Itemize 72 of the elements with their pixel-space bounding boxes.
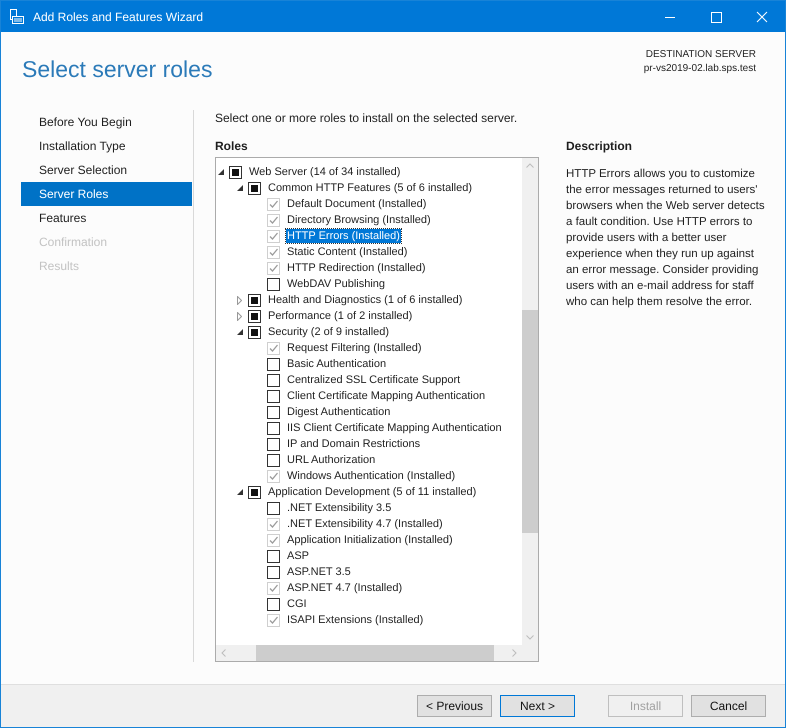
- wizard-button[interactable]: < Previous: [417, 695, 492, 717]
- role-item[interactable]: Windows Authentication (Installed): [286, 469, 456, 483]
- role-item[interactable]: URL Authorization: [286, 453, 376, 467]
- role-item[interactable]: Security (2 of 9 installed): [267, 325, 390, 339]
- role-item[interactable]: ASP.NET 3.5: [286, 565, 352, 579]
- expanded-arrow-icon[interactable]: [218, 169, 224, 175]
- description-text: HTTP Errors allows you to customize the error messages returned to users' browsers when the Web server detects a fault condition. Use HTTP errors to provide users with a better user experience when they run up against an error message. Consider providing users with an e-mail address for staff who can help them resolve the error.: [566, 167, 766, 310]
- sidebar-item[interactable]: Installation Type: [21, 134, 192, 158]
- collapsed-arrow-icon[interactable]: [237, 296, 242, 304]
- checkbox[interactable]: [267, 502, 280, 514]
- checkbox[interactable]: [248, 486, 261, 498]
- checkbox[interactable]: [267, 278, 280, 290]
- checkbox[interactable]: [248, 310, 261, 322]
- checkbox[interactable]: [267, 598, 280, 610]
- checkbox[interactable]: [267, 566, 280, 578]
- role-item[interactable]: ISAPI Extensions (Installed): [286, 613, 424, 627]
- expanded-arrow-icon[interactable]: [237, 185, 243, 191]
- destination-server: pr-vs2019-02.lab.sps.test: [644, 62, 756, 76]
- role-item[interactable]: Application Initialization (Installed): [286, 533, 454, 547]
- checkbox[interactable]: [267, 454, 280, 466]
- checkbox[interactable]: [248, 182, 261, 194]
- checkbox[interactable]: [267, 422, 280, 434]
- role-item[interactable]: WebDAV Publishing: [286, 277, 386, 291]
- wizard-button[interactable]: Next >: [500, 695, 575, 717]
- role-item[interactable]: Health and Diagnostics (1 of 6 installed): [267, 293, 464, 307]
- description-heading: Description: [566, 139, 634, 155]
- role-item[interactable]: Request Filtering (Installed): [286, 341, 423, 355]
- checkbox[interactable]: [267, 374, 280, 386]
- checkbox[interactable]: [248, 294, 261, 306]
- wizard-button[interactable]: Cancel: [691, 695, 766, 717]
- role-item[interactable]: HTTP Errors (Installed): [286, 229, 401, 243]
- wizard-icon: [9, 8, 25, 24]
- role-item[interactable]: CGI: [286, 597, 308, 611]
- role-item[interactable]: Performance (1 of 2 installed): [267, 309, 414, 323]
- window-title: Add Roles and Features Wizard: [33, 10, 204, 24]
- checkbox[interactable]: [248, 326, 261, 338]
- role-item[interactable]: .NET Extensibility 4.7 (Installed): [286, 517, 444, 531]
- collapsed-arrow-icon[interactable]: [237, 312, 242, 320]
- role-item[interactable]: IP and Domain Restrictions: [286, 437, 422, 451]
- sidebar-item[interactable]: Server Roles: [21, 182, 192, 206]
- scroll-thumb[interactable]: [256, 645, 494, 661]
- role-item[interactable]: .NET Extensibility 3.5: [286, 501, 392, 515]
- role-item[interactable]: Client Certificate Mapping Authentication: [286, 389, 486, 403]
- checkbox[interactable]: [267, 390, 280, 402]
- role-item[interactable]: HTTP Redirection (Installed): [286, 261, 427, 275]
- destination-label: DESTINATION SERVER: [646, 48, 756, 62]
- role-item[interactable]: Basic Authentication: [286, 357, 388, 371]
- sidebar-item[interactable]: Server Selection: [21, 158, 192, 182]
- sidebar-item[interactable]: Features: [21, 206, 192, 230]
- role-item[interactable]: Web Server (14 of 34 installed): [248, 165, 402, 179]
- role-item[interactable]: ASP: [286, 549, 310, 563]
- page-title: Select server roles: [22, 56, 212, 82]
- role-item[interactable]: Static Content (Installed): [286, 245, 408, 259]
- role-item[interactable]: IIS Client Certificate Mapping Authentication: [286, 421, 503, 435]
- checkbox[interactable]: [229, 166, 242, 178]
- role-item[interactable]: Default Document (Installed): [286, 197, 428, 211]
- checkbox[interactable]: [267, 406, 280, 418]
- instruction-text: Select one or more roles to install on the selected server.: [215, 111, 518, 127]
- sidebar-item[interactable]: Before You Begin: [21, 110, 192, 134]
- role-item[interactable]: Application Development (5 of 11 installed): [267, 485, 478, 499]
- role-item[interactable]: Common HTTP Features (5 of 6 installed): [267, 181, 473, 195]
- scroll-thumb[interactable]: [522, 310, 538, 533]
- role-item[interactable]: ASP.NET 4.7 (Installed): [286, 581, 404, 595]
- role-item[interactable]: Directory Browsing (Installed): [286, 213, 432, 227]
- checkbox[interactable]: [267, 358, 280, 370]
- role-item[interactable]: Centralized SSL Certificate Support: [286, 373, 462, 387]
- checkbox[interactable]: [267, 438, 280, 450]
- role-item[interactable]: Digest Authentication: [286, 405, 392, 419]
- checkbox[interactable]: [267, 550, 280, 562]
- expanded-arrow-icon[interactable]: [237, 489, 243, 495]
- expanded-arrow-icon[interactable]: [237, 329, 243, 335]
- roles-heading: Roles: [215, 139, 249, 155]
